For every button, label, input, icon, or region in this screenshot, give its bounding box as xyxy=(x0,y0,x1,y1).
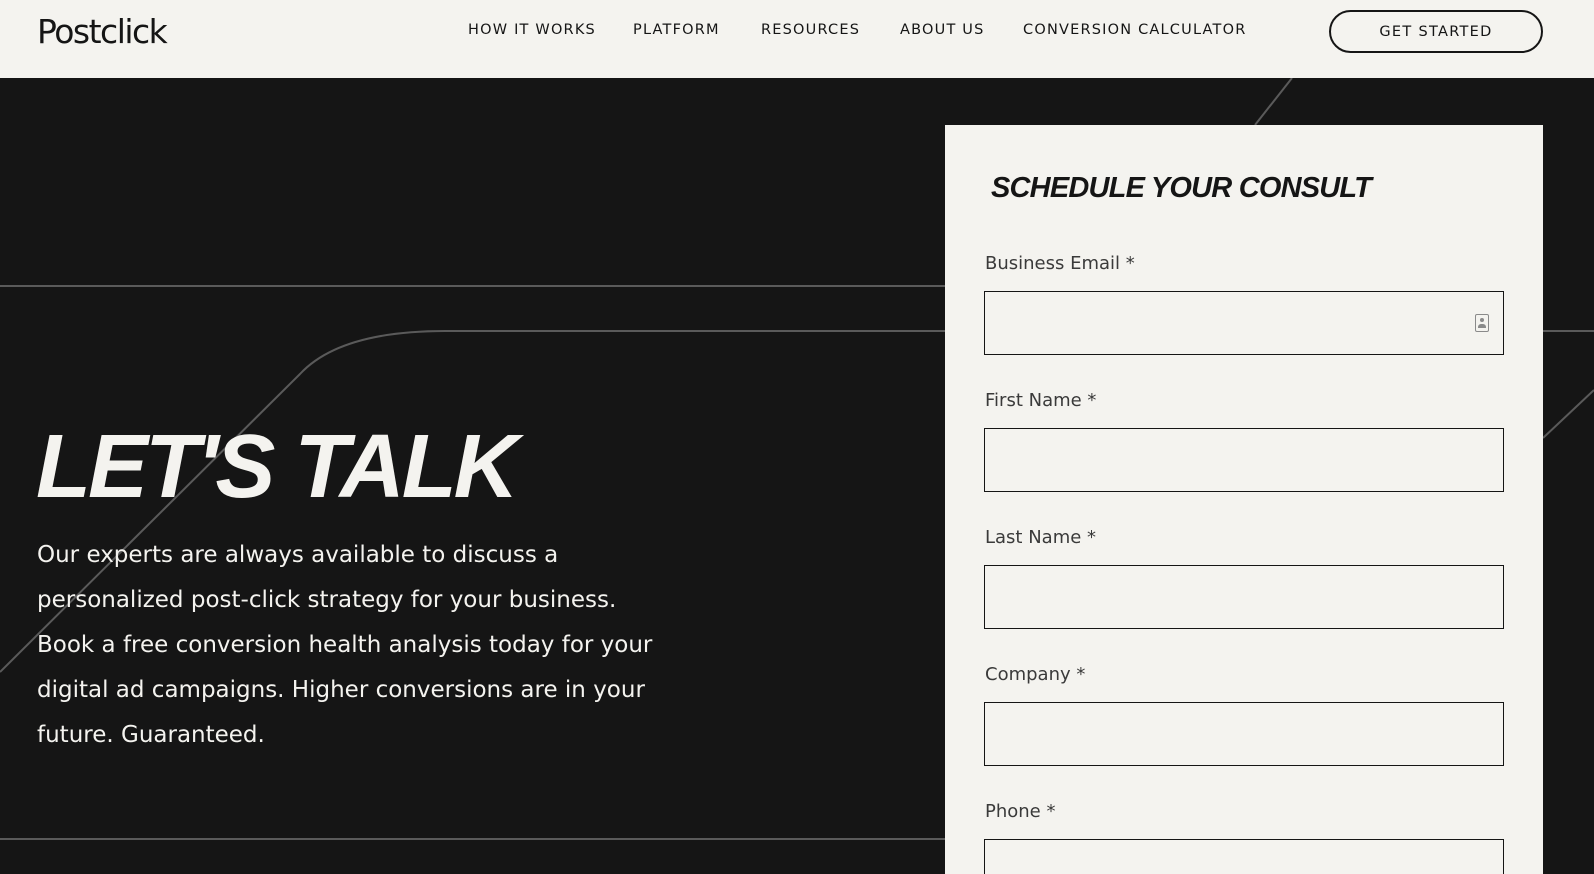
postclick-logo[interactable]: Postclick xyxy=(37,12,168,51)
nav-about-us[interactable]: ABOUT US xyxy=(900,22,985,38)
nav-platform[interactable]: PLATFORM xyxy=(633,22,720,38)
last-name-label: Last Name * xyxy=(985,527,1097,548)
contact-card-icon[interactable] xyxy=(1475,314,1489,332)
first-name-label: First Name * xyxy=(985,390,1097,411)
bg-diagonal-right xyxy=(1542,389,1594,439)
hero-description: Our experts are always available to disc… xyxy=(37,542,653,748)
phone-label: Phone * xyxy=(985,801,1056,822)
nav-conversion-calculator[interactable]: CONVERSION CALCULATOR xyxy=(1023,22,1247,38)
business-email-field[interactable] xyxy=(984,291,1504,355)
site-header: Postclick HOW IT WORKS PLATFORM RESOURCE… xyxy=(0,0,1594,78)
business-email-label: Business Email * xyxy=(985,253,1135,274)
hero-title: LET'S TALK xyxy=(36,417,519,517)
nav-resources[interactable]: RESOURCES xyxy=(761,22,860,38)
company-field[interactable] xyxy=(984,702,1504,766)
phone-field[interactable] xyxy=(984,839,1504,874)
nav-how-it-works[interactable]: HOW IT WORKS xyxy=(468,22,596,38)
company-label: Company * xyxy=(985,664,1086,685)
bg-diagonal-top xyxy=(1254,77,1293,126)
form-title: SCHEDULE YOUR CONSULT xyxy=(991,172,1372,204)
consult-form: SCHEDULE YOUR CONSULT Business Email * F… xyxy=(945,125,1543,874)
page: Postclick HOW IT WORKS PLATFORM RESOURCE… xyxy=(0,0,1594,874)
last-name-field[interactable] xyxy=(984,565,1504,629)
first-name-field[interactable] xyxy=(984,428,1504,492)
get-started-button[interactable]: GET STARTED xyxy=(1329,10,1543,53)
